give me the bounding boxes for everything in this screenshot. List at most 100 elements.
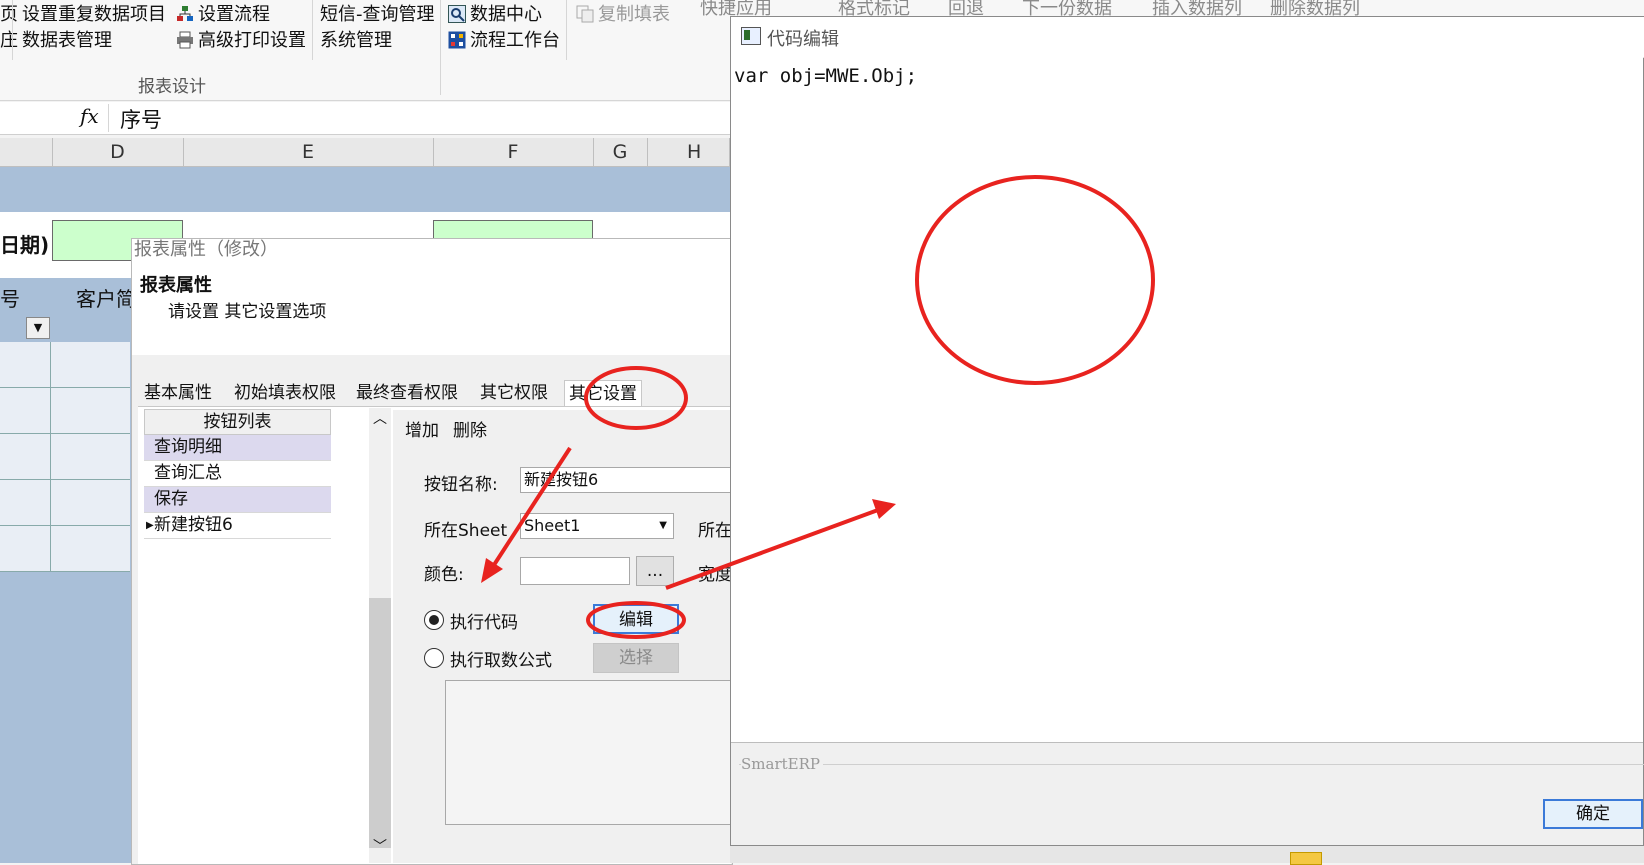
set-repeat-data-button[interactable]: 设置重复数据项目 (22, 0, 166, 26)
next-data-button[interactable]: 下一份数据 (1022, 0, 1112, 16)
data-center-label: 数据中心 (470, 4, 542, 25)
copy-fill-label: 复制填表 (598, 4, 670, 25)
color-picker-button[interactable]: ... (636, 556, 674, 586)
workflow-workbench-label: 流程工作台 (470, 30, 560, 51)
formula-textarea[interactable] (445, 680, 733, 825)
right-label-2: 宽度 (698, 565, 732, 585)
table-management-button[interactable]: 数据表管理 (22, 26, 112, 52)
exec-code-label: 执行代码 (450, 613, 518, 633)
list-item-label: 保存 (154, 489, 188, 509)
bottom-status-strip (730, 846, 1644, 865)
select-button[interactable]: 选择 (593, 643, 679, 673)
group-label-report-design: 报表设计 (138, 77, 206, 97)
set-workflow-button[interactable]: 设置流程 (176, 0, 270, 26)
code-textarea[interactable]: var obj=MWE.Obj; (731, 57, 1643, 743)
ribbon-separator (12, 0, 13, 60)
button-name-label: 按钮名称: (424, 475, 498, 495)
date-label: 日期) (0, 233, 50, 257)
tab-final-view-permission[interactable]: 最终查看权限 (352, 380, 462, 406)
delete-data-column-button[interactable]: 删除数据列 (1270, 0, 1360, 16)
dialog-title: 报表属性（修改） (134, 239, 278, 260)
delete-button[interactable]: 删除 (453, 416, 487, 441)
customer-label: 客户简 (76, 287, 136, 311)
tab-other-permissions[interactable]: 其它权限 (476, 380, 552, 406)
sms-query-button[interactable]: 短信-查询管理 (320, 0, 435, 26)
search-data-icon (448, 5, 466, 23)
scroll-up-icon[interactable]: ︿ (369, 408, 391, 428)
formula-separator (108, 104, 109, 132)
column-header-blank (0, 138, 53, 166)
vertical-scrollbar[interactable]: ︿ ﹀ (369, 408, 391, 863)
button-list-header: 按钮列表 (144, 409, 331, 435)
row-pointer-icon: ▶ (146, 520, 154, 531)
add-button[interactable]: 增加 (405, 416, 439, 441)
printer-icon (176, 31, 194, 49)
sheet-select[interactable]: Sheet1 ▼ (520, 513, 674, 539)
list-item[interactable]: 查询汇总 (144, 461, 331, 487)
advanced-print-button[interactable]: 高级打印设置 (176, 26, 306, 52)
footer-groupbox-line (739, 764, 1644, 765)
copy-fill-button[interactable]: 复制填表 (576, 0, 670, 26)
ribbon-edge-label-1: 页 (0, 4, 18, 25)
set-workflow-label: 设置流程 (198, 4, 270, 25)
undo-button[interactable]: 回退 (948, 0, 984, 16)
system-management-label: 系统管理 (320, 30, 392, 51)
quick-apply-button[interactable]: 快捷应用 (700, 0, 772, 16)
insert-data-column-button[interactable]: 插入数据列 (1152, 0, 1242, 16)
column-header-h[interactable]: H (647, 138, 730, 166)
column-header-d[interactable]: D (52, 138, 184, 166)
exec-formula-radio[interactable] (424, 648, 444, 668)
filter-dropdown-icon[interactable]: ▼ (26, 317, 50, 339)
format-mark-button[interactable]: 格式标记 (838, 0, 910, 16)
system-management-button[interactable]: 系统管理 (320, 26, 392, 52)
column-header-e[interactable]: E (183, 138, 434, 166)
edit-button[interactable]: 编辑 (593, 604, 679, 634)
ribbon-separator (440, 0, 441, 95)
code-editor-titlebar: 代码编辑 (731, 17, 1644, 58)
column-header: D E F G H (0, 138, 730, 167)
color-label: 颜色: (424, 565, 464, 585)
tab-other-settings[interactable]: 其它设置 (564, 380, 642, 407)
number-label: 号 (0, 287, 20, 311)
list-item-label: 查询汇总 (154, 463, 222, 483)
formula-value[interactable]: 序号 (120, 104, 162, 134)
code-editor-title: 代码编辑 (767, 29, 839, 50)
exec-code-radio[interactable] (424, 610, 444, 630)
ribbon-separator (312, 0, 313, 60)
window-icon (741, 27, 761, 45)
footer-group-label: SmartERP (741, 755, 823, 773)
list-item[interactable]: ▶ 新建按钮6 (144, 513, 331, 539)
column-header-f[interactable]: F (433, 138, 594, 166)
list-item[interactable]: 查询明细 (144, 435, 331, 461)
ribbon-separator (566, 0, 567, 60)
sheet-col-divider (50, 342, 51, 572)
button-name-input[interactable]: 新建按钮6 (520, 467, 731, 493)
sheet-select-value: Sheet1 (524, 516, 581, 535)
right-label-1: 所在 (698, 521, 732, 541)
sms-query-label: 短信-查询管理 (320, 4, 435, 25)
tab-initial-fill-permission[interactable]: 初始填表权限 (230, 380, 340, 406)
tab-basic-properties[interactable]: 基本属性 (140, 380, 216, 406)
ok-button[interactable]: 确定 (1543, 799, 1643, 829)
scrollbar-thumb[interactable] (369, 598, 391, 848)
list-item-label: 查询明细 (154, 437, 222, 457)
code-line: var obj=MWE.Obj; (734, 65, 918, 87)
workflow-workbench-button[interactable]: 流程工作台 (448, 26, 560, 52)
top-toolbar: 快捷应用 格式标记 回退 下一份数据 插入数据列 删除数据列 (700, 0, 1644, 16)
list-item-label: 新建按钮6 (154, 515, 233, 535)
fx-icon: fx (80, 104, 99, 128)
copy-icon (576, 5, 594, 23)
folder-icon (1290, 852, 1322, 865)
exec-formula-label: 执行取数公式 (450, 651, 552, 671)
scroll-down-icon[interactable]: ﹀ (369, 836, 391, 856)
workbench-grid-icon (448, 31, 466, 49)
list-item[interactable]: 保存 (144, 487, 331, 513)
dialog-heading: 报表属性 (140, 275, 212, 296)
workflow-icon (176, 5, 194, 23)
table-management-label: 数据表管理 (22, 30, 112, 51)
color-input[interactable] (520, 557, 630, 585)
data-center-button[interactable]: 数据中心 (448, 0, 542, 26)
dialog-subheading: 请设置 其它设置选项 (168, 302, 327, 322)
chevron-down-icon: ▼ (659, 520, 667, 531)
column-header-g[interactable]: G (593, 138, 648, 166)
